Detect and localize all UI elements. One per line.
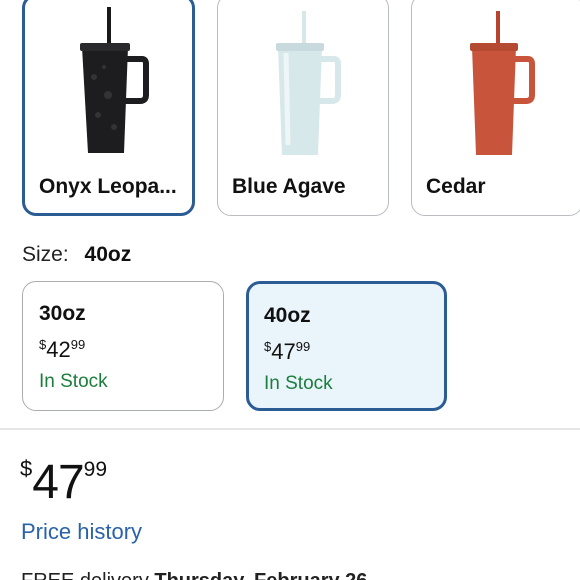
currency-symbol: $: [20, 456, 33, 481]
price-cents: 99: [83, 458, 107, 481]
variant-card-cedar[interactable]: Cedar: [411, 0, 580, 216]
currency-symbol: $: [264, 339, 272, 354]
section-divider: [0, 428, 580, 430]
product-options-page: Onyx Leopa... Blue Agave Cedar Size: 40o…: [0, 0, 580, 580]
price-cents: 99: [295, 339, 311, 354]
size-option-price: $4299: [39, 337, 85, 363]
delivery-date: Thursday, February 26: [154, 570, 367, 580]
variant-card-onyx-leopard[interactable]: Onyx Leopa...: [22, 0, 195, 216]
tumbler-image-onyx: [79, 7, 149, 153]
size-option-price: $4799: [264, 339, 310, 365]
size-selection-row: Size: 40oz: [22, 243, 131, 267]
price-dollars: 47: [271, 339, 296, 364]
variant-label: Cedar: [426, 175, 486, 198]
variant-label: Onyx Leopa...: [39, 175, 177, 198]
size-option-name: 40oz: [264, 304, 311, 327]
price-cents: 99: [70, 337, 86, 352]
stock-status: In Stock: [39, 371, 108, 392]
delivery-prefix: FREE delivery: [21, 570, 149, 580]
size-option-40oz[interactable]: 40oz $4799 In Stock: [246, 281, 447, 411]
currency-symbol: $: [39, 337, 47, 352]
tumbler-image-cedar: [470, 11, 535, 155]
main-price: $4799: [20, 455, 107, 510]
stock-status: In Stock: [264, 373, 333, 394]
variant-label: Blue Agave: [232, 175, 346, 198]
delivery-info: FREE delivery Thursday, February 26: [21, 570, 367, 580]
price-dollars: 42: [46, 337, 71, 362]
price-history-link[interactable]: Price history: [21, 519, 142, 545]
variant-card-blue-agave[interactable]: Blue Agave: [217, 0, 389, 216]
tumbler-image-blue-agave: [276, 11, 341, 155]
price-dollars: 47: [32, 456, 84, 509]
size-option-30oz[interactable]: 30oz $4299 In Stock: [22, 281, 224, 411]
selected-size-value: 40oz: [84, 243, 132, 266]
size-option-name: 30oz: [39, 302, 86, 325]
size-label: Size:: [22, 243, 69, 266]
